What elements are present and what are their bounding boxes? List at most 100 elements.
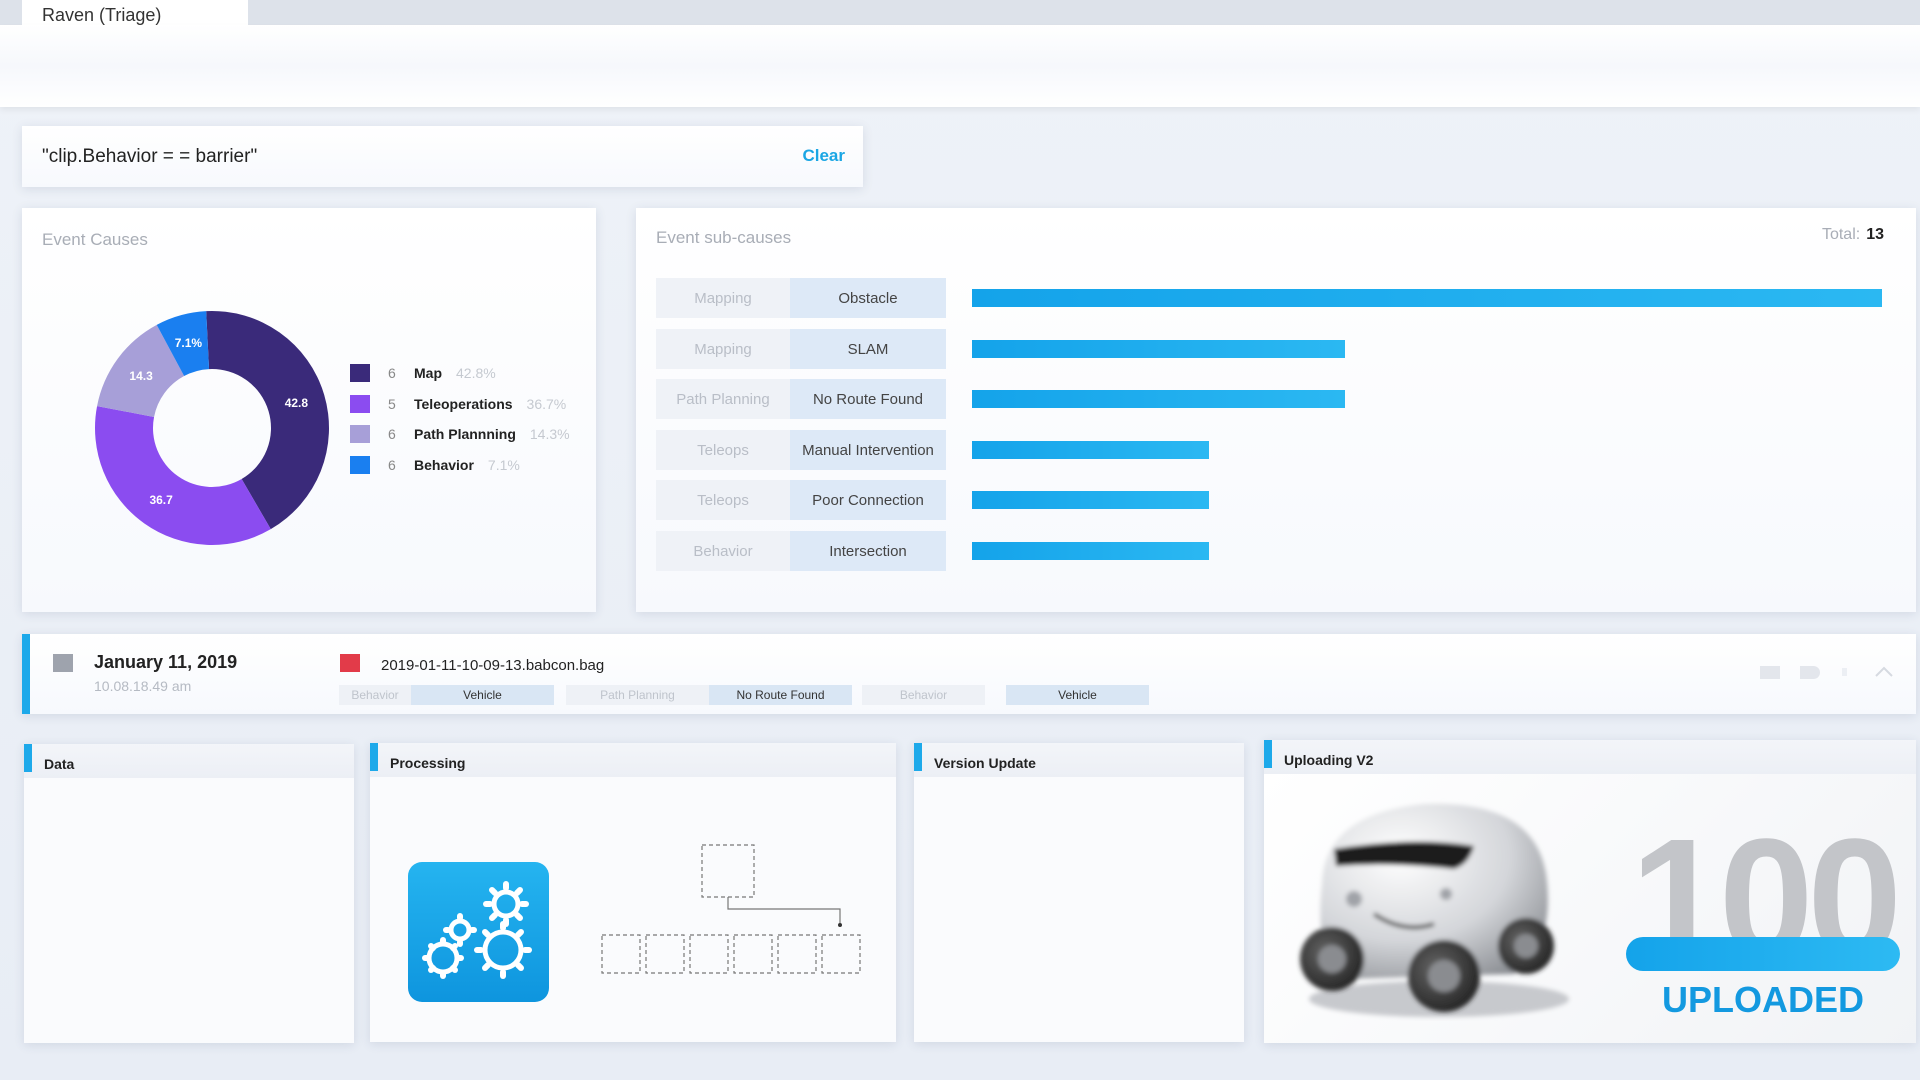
legend-count: 6 [388, 426, 396, 443]
uploading-card-body: 100 UPLOADED [1264, 774, 1916, 1043]
legend-name: Map [414, 365, 442, 382]
header-band [0, 25, 1920, 107]
tag-category: Path Planning [566, 685, 709, 705]
total-value: 13 [1866, 226, 1884, 243]
subcause-category: Behavior [656, 531, 790, 571]
subcause-bar [972, 289, 1882, 307]
processing-card-title: Processing [390, 755, 466, 771]
tag-value[interactable]: No Route Found [709, 685, 852, 705]
event-date: January 11, 2019 [94, 652, 238, 672]
donut-slice-label: 36.7 [149, 493, 173, 507]
donut-slice-label: 42.8 [285, 396, 309, 410]
legend-swatch [350, 394, 370, 413]
total-count: Total: 13 [1822, 226, 1884, 244]
card-accent [1264, 740, 1272, 768]
tag-value[interactable]: Vehicle [1006, 685, 1149, 705]
tag-value[interactable]: Vehicle [411, 685, 554, 705]
data-card-body [24, 778, 354, 1043]
legend-percent: 36.7% [526, 395, 567, 412]
subcause-category: Mapping [656, 278, 790, 318]
total-label: Total: [1821, 226, 1861, 243]
tag-category: Behavior [862, 685, 985, 705]
legend-count: 6 [388, 365, 396, 382]
uploading-card-title: Uploading V2 [1284, 752, 1374, 768]
legend-item-map[interactable]: 6 Map 42.8% [350, 358, 570, 389]
subcause-name: Intersection [790, 531, 946, 571]
event-status-square [53, 654, 73, 672]
legend-swatch [350, 364, 370, 383]
card-accent [370, 743, 378, 771]
legend-item-path-planning[interactable]: 6 Path Plannning 14.3% [350, 419, 570, 450]
legend-percent: 7.1% [487, 456, 520, 473]
title-bar [0, 0, 1920, 25]
subcause-name: Poor Connection [790, 480, 946, 520]
version-update-card-header: Version Update [914, 743, 1244, 777]
legend-name: Path Plannning [414, 426, 516, 443]
dot-icon [1842, 668, 1847, 676]
legend-item-teleoperations[interactable]: 5 Teleoperations 36.7% [350, 389, 570, 420]
search-input[interactable] [42, 140, 762, 174]
subcause-bar [972, 491, 1209, 509]
subcause-bar [972, 441, 1209, 459]
donut-slice-label: 7.1% [175, 336, 203, 350]
legend-count: 5 [388, 395, 396, 412]
event-causes-panel: Event Causes 42.8 36.7 14.3 7.1% 6 Map 42.8… [22, 208, 596, 612]
card-accent [24, 744, 32, 772]
bag-status-square [340, 654, 360, 672]
legend-name: Behavior [414, 456, 474, 473]
subcause-bar [972, 542, 1209, 560]
donut-slice-label: 14.3 [129, 369, 153, 383]
subcause-bar [972, 340, 1346, 358]
processing-card-body [370, 777, 896, 1042]
event-causes-legend: 6 Map 42.8% 5 Teleoperations 36.7% 6 Pat… [350, 358, 570, 480]
legend-percent: 14.3% [529, 426, 570, 443]
processing-card-header: Processing [370, 743, 896, 777]
version-update-card-body [914, 777, 1244, 1042]
subcause-name: No Route Found [790, 379, 946, 419]
subcause-bar [972, 390, 1346, 408]
version-update-card: Version Update [914, 743, 1244, 1042]
robot-vehicle-icon [1300, 803, 1569, 1017]
card-accent [914, 743, 922, 771]
event-time: 10.08.18.49 am [94, 678, 192, 694]
tag-category: Behavior [339, 685, 411, 705]
legend-name: Teleoperations [414, 395, 513, 412]
event-accent [22, 634, 30, 714]
flag-icon[interactable] [1760, 666, 1780, 679]
uploading-card: Uploading V2 100 UPLOADED [1264, 740, 1916, 1043]
event-causes-title: Event Causes [42, 230, 148, 249]
subcause-category: Mapping [656, 329, 790, 369]
subcause-category: Teleops [656, 480, 790, 520]
bag-filename[interactable]: 2019-01-11-10-09-13.babcon.bag [381, 657, 604, 674]
subcause-category: Path Planning [656, 379, 790, 419]
subcause-name: Obstacle [790, 278, 946, 318]
version-update-card-title: Version Update [934, 755, 1036, 771]
window-tab[interactable]: Raven (Triage) [22, 0, 248, 28]
legend-swatch [350, 425, 370, 444]
subcause-name: Manual Intervention [790, 430, 946, 470]
subcause-category: Teleops [656, 430, 790, 470]
event-subcauses-panel: Event sub-causes Total: 13 Mapping Obstac… [636, 208, 1916, 612]
upload-progress-bar [1626, 937, 1900, 971]
legend-item-behavior[interactable]: 6 Behavior 7.1% [350, 450, 570, 481]
search-panel: Clear [22, 126, 863, 187]
event-row[interactable]: January 11, 2019 10.08.18.49 am 2019-01-… [22, 634, 1916, 714]
event-subcauses-title: Event sub-causes [656, 228, 792, 247]
upload-status-label: UPLOADED [1661, 979, 1864, 1020]
uploading-card-header: Uploading V2 [1264, 740, 1916, 774]
donut-slice-teleoperations[interactable] [95, 406, 271, 545]
subcause-name: SLAM [790, 329, 946, 369]
event-causes-donut-chart: 42.8 36.7 14.3 7.1% [95, 311, 330, 545]
data-card-header: Data [24, 744, 354, 778]
window-tab-title: Raven (Triage) [42, 5, 162, 25]
processing-card: Processing [370, 743, 896, 1042]
data-card-title: Data [44, 756, 75, 772]
chevron-up-icon[interactable] [1874, 664, 1894, 678]
legend-count: 6 [388, 456, 396, 473]
legend-swatch [350, 455, 370, 474]
data-card: Data [24, 744, 354, 1043]
clear-button[interactable]: Clear [802, 146, 845, 166]
hierarchy-diagram-icon [601, 844, 861, 974]
tag-icon[interactable] [1800, 666, 1820, 679]
legend-percent: 42.8% [456, 365, 496, 382]
